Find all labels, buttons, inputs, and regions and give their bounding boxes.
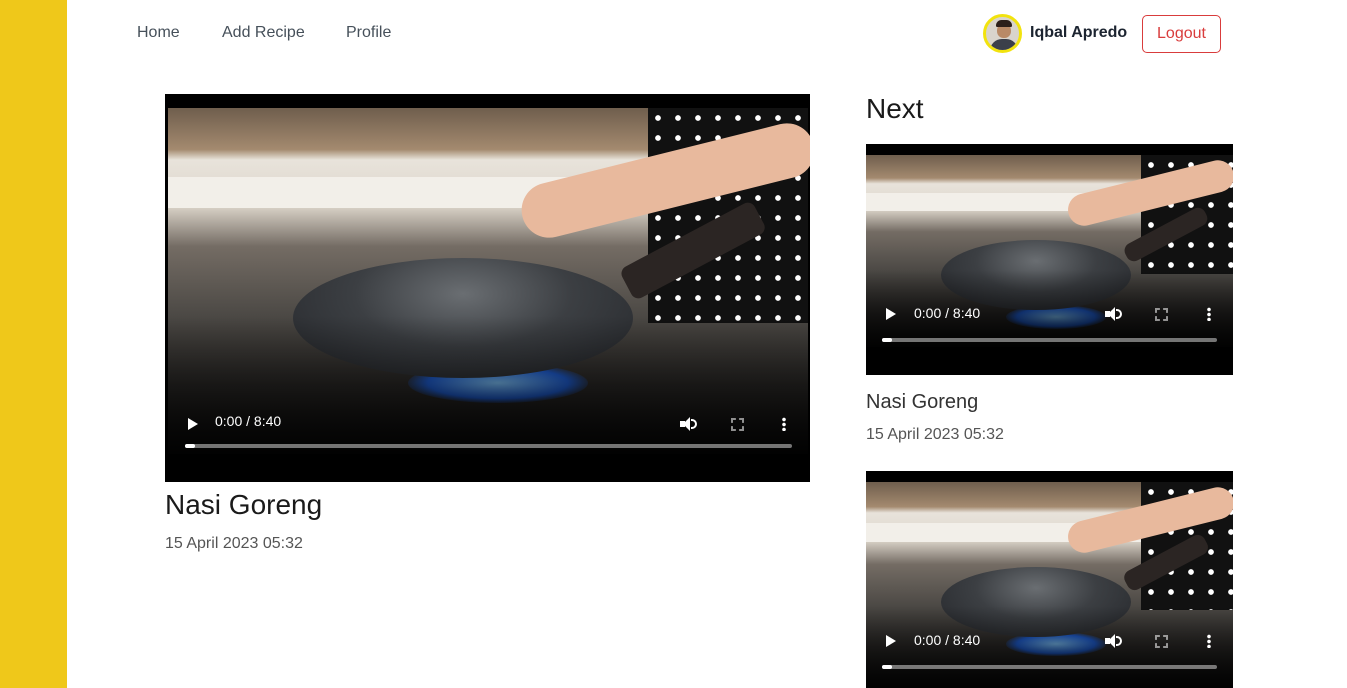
user-menu[interactable]: Iqbal Apredo [983,13,1128,53]
fullscreen-icon [1154,307,1168,321]
volume-button[interactable] [1103,305,1123,323]
video-date: 15 April 2023 05:32 [165,535,303,552]
play-button[interactable] [884,632,898,650]
nav-home[interactable]: Home [137,24,180,42]
logout-button[interactable]: Logout [1142,15,1221,53]
video-progress-bar[interactable] [185,444,792,448]
main-video-player[interactable]: 0:00 / 8:40 [165,94,810,482]
next-video-player-2[interactable]: 0:00 / 8:40 [866,471,1233,688]
video-progress-bar[interactable] [882,338,1217,342]
fullscreen-button[interactable] [1152,305,1170,323]
play-button[interactable] [185,414,201,434]
volume-icon [680,417,697,431]
volume-icon [1105,634,1122,648]
play-icon [886,635,896,647]
volume-button[interactable] [1103,632,1123,650]
next-video-date: 15 April 2023 05:32 [866,426,1004,443]
video-time: 0:00 / 8:40 [914,305,981,321]
video-time: 0:00 / 8:40 [914,632,981,648]
play-button[interactable] [884,305,898,323]
volume-button[interactable] [678,415,698,433]
nav-profile[interactable]: Profile [346,24,391,42]
fullscreen-button[interactable] [728,415,746,433]
next-video-title[interactable]: Nasi Goreng [866,391,978,414]
avatar [983,13,1022,53]
video-thumbnail [168,108,810,454]
next-video-player-1[interactable]: 0:00 / 8:40 [866,144,1233,375]
next-heading: Next [866,93,924,124]
more-options-button[interactable] [1202,305,1216,323]
fullscreen-icon [1154,634,1168,648]
video-title: Nasi Goreng [165,489,323,520]
more-options-button[interactable] [1202,632,1216,650]
more-vertical-icon [1207,307,1211,321]
progress-knob[interactable] [882,338,892,342]
user-name: Iqbal Apredo [1030,24,1128,41]
fullscreen-icon [730,417,744,431]
more-options-button[interactable] [777,415,791,433]
fullscreen-button[interactable] [1152,632,1170,650]
volume-icon [1105,307,1122,321]
left-accent-bar [0,0,67,688]
video-progress-bar[interactable] [882,665,1217,669]
progress-knob[interactable] [185,444,195,448]
more-vertical-icon [1207,634,1211,648]
play-icon [886,308,896,320]
play-icon [188,418,198,430]
more-vertical-icon [782,417,786,431]
progress-knob[interactable] [882,665,892,669]
video-thumbnail [866,482,1233,688]
video-time: 0:00 / 8:40 [215,413,282,429]
nav-add-recipe[interactable]: Add Recipe [222,24,305,42]
